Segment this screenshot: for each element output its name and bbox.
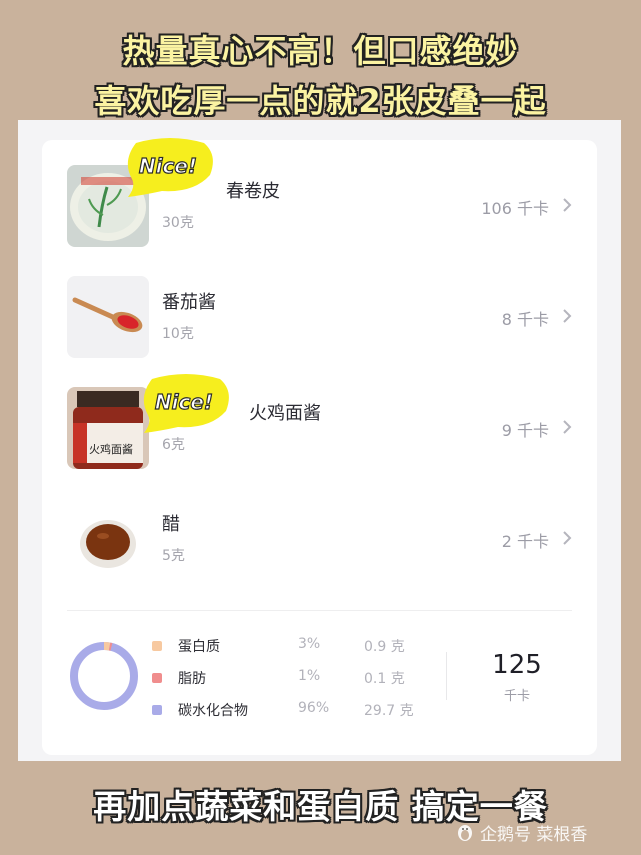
food-calories: 8 千卡: [501, 310, 549, 329]
macro-label: 脂肪: [178, 671, 206, 687]
food-weight: 30克: [162, 215, 194, 231]
legend-dot: [152, 673, 162, 683]
chevron-right-icon: [563, 198, 572, 212]
chevron-right-icon: [563, 420, 572, 434]
chevron-right-icon: [563, 531, 572, 545]
food-calories: 9 千卡: [501, 421, 549, 440]
food-row-vinegar[interactable]: 醋 5克 2 千卡: [42, 490, 597, 590]
food-weight: 5克: [162, 548, 185, 564]
sauce-jar-photo: 火鸡面酱: [67, 387, 149, 469]
food-row-ketchup[interactable]: 番茄酱 10克 8 千卡: [42, 268, 597, 368]
macro-row-fat: 脂肪 1% 0.1 克: [152, 668, 432, 690]
macro-percent: 3%: [298, 636, 321, 652]
vinegar-bowl-photo: [67, 498, 149, 580]
svg-text:火鸡面酱: 火鸡面酱: [89, 442, 133, 456]
macro-percent: 96%: [298, 700, 330, 716]
food-calories: 2 千卡: [501, 532, 549, 551]
legend-dot: [152, 705, 162, 715]
macro-label: 蛋白质: [178, 639, 220, 655]
legend-dot: [152, 641, 162, 651]
penguin-icon: [458, 825, 472, 841]
nice-sticker: Nice!: [127, 138, 213, 197]
macro-label: 碳水化合物: [178, 703, 248, 719]
macro-row-carbs: 碳水化合物 96% 29.7 克: [152, 700, 432, 722]
macro-grams: 29.7 克: [364, 703, 414, 719]
watermark-text: 企鹅号 菜根香: [480, 825, 588, 845]
food-log-card: Nice! 春卷皮 30克 106 千卡 番茄酱 10克 8 千卡 火鸡面酱 N…: [42, 138, 597, 755]
total-calories-unit: 千卡: [503, 689, 530, 704]
food-weight: 6克: [162, 437, 185, 453]
food-name: 番茄酱: [162, 292, 216, 313]
nice-sticker: Nice!: [143, 374, 229, 433]
svg-text:Nice!: Nice!: [155, 390, 213, 414]
macro-grams: 0.9 克: [364, 639, 405, 655]
chevron-right-icon: [563, 309, 572, 323]
donut-segment-carbs: [70, 642, 138, 710]
food-name: 火鸡面酱: [249, 403, 321, 424]
headline-line-1: 热量真心不高！但口感绝妙: [122, 32, 519, 70]
ketchup-spoon-photo: [67, 276, 149, 358]
macro-donut-chart: [70, 642, 138, 710]
macro-grams: 0.1 克: [364, 671, 405, 687]
macro-row-protein: 蛋白质 3% 0.9 克: [152, 636, 432, 658]
food-calories: 106 千卡: [481, 199, 549, 218]
section-divider: [67, 610, 572, 611]
app-screenshot: Nice! 春卷皮 30克 106 千卡 番茄酱 10克 8 千卡 火鸡面酱 N…: [18, 120, 621, 761]
food-row-spring-roll-wrapper[interactable]: Nice! 春卷皮 30克 106 千卡: [42, 138, 597, 257]
food-row-turkey-noodle-sauce[interactable]: 火鸡面酱 Nice! 火鸡面酱 6克 9 千卡: [42, 374, 597, 479]
headline-line-2: 喜欢吃厚一点的就2张皮叠一起: [94, 82, 547, 120]
summary-separator: [446, 652, 447, 700]
macro-percent: 1%: [298, 668, 321, 684]
food-weight: 10克: [162, 326, 194, 342]
food-name: 春卷皮: [226, 181, 280, 202]
svg-text:Nice!: Nice!: [139, 154, 197, 178]
food-name: 醋: [162, 514, 180, 535]
total-calories: 125: [492, 650, 542, 680]
